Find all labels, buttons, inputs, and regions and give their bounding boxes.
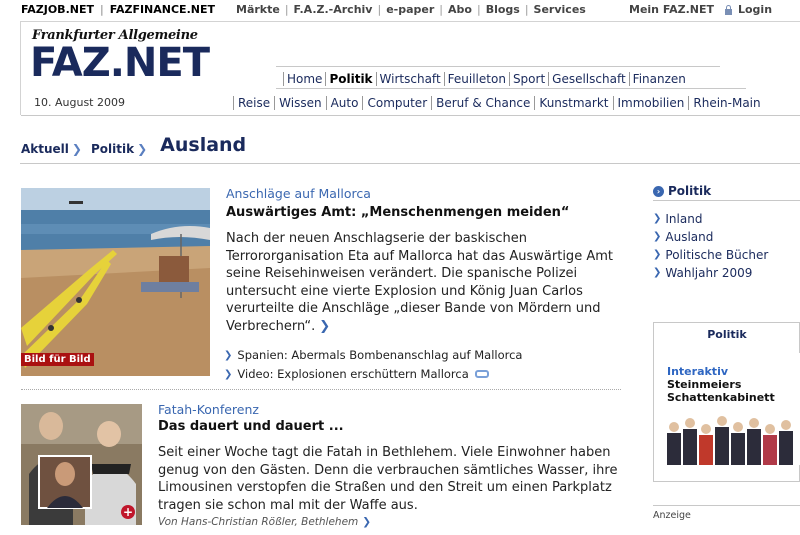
nav-divider xyxy=(276,66,720,67)
nav-finanzen[interactable]: Finanzen xyxy=(628,72,689,86)
service-link-archiv[interactable]: F.A.Z.-Archiv xyxy=(294,3,373,16)
nav-computer[interactable]: Computer xyxy=(362,96,431,110)
page-title: Ausland xyxy=(160,134,247,156)
service-link-maerkte[interactable]: Märkte xyxy=(236,3,280,16)
nav-wirtschaft[interactable]: Wirtschaft xyxy=(375,72,444,86)
chevron-right-icon: ❯ xyxy=(224,349,233,361)
sidebar-list: ❯ Inland ❯ Ausland ❯ Politische Bücher ❯ Wah… xyxy=(653,210,768,282)
secondary-nav: Reise Wissen Auto Computer Beruf & Chanc… xyxy=(233,96,765,110)
logo-faznet[interactable]: FAZ.NET xyxy=(30,40,210,86)
service-link-abo[interactable]: Abo xyxy=(448,3,472,16)
breadcrumb: Aktuell ❯ Politik ❯ Ausland xyxy=(21,134,246,156)
mein-faznet-link[interactable]: Mein FAZ.NET xyxy=(629,3,714,16)
chevron-circle-icon: › xyxy=(653,185,664,197)
article1-teaser: Nach der neuen Anschlagserie der baskisc… xyxy=(226,231,613,334)
service-link-blogs[interactable]: Blogs xyxy=(486,3,520,16)
article-image-mallorca-beach[interactable] xyxy=(21,188,210,376)
breadcrumb-politik[interactable]: Politik ❯ xyxy=(91,142,147,156)
chevron-right-icon: ❯ xyxy=(653,267,662,278)
chevron-right-icon: ❯ xyxy=(653,213,662,224)
chevron-right-icon: ❯ xyxy=(653,249,662,260)
nav-sport[interactable]: Sport xyxy=(508,72,548,86)
separator: | xyxy=(99,3,104,16)
article1-headline[interactable]: Auswärtiges Amt: „Menschenmengen meiden“ xyxy=(226,205,569,220)
chevron-right-icon: ❯ xyxy=(653,231,662,242)
fazfinance-link[interactable]: FAZFINANCE.NET xyxy=(110,3,215,16)
nav-auto[interactable]: Auto xyxy=(325,96,363,110)
gallery-badge[interactable]: Bild für Bild xyxy=(21,353,94,366)
sidebar-divider xyxy=(653,200,800,201)
current-date: 10. August 2009 xyxy=(34,96,125,109)
chevron-right-icon: ❯ xyxy=(362,516,372,528)
nav-gesellschaft[interactable]: Gesellschaft xyxy=(548,72,629,86)
nav-immobilien[interactable]: Immobilien xyxy=(612,96,689,110)
expand-plus-icon[interactable]: + xyxy=(121,505,135,519)
article2-teaser: Seit einer Woche tagt die Fatah in Bethl… xyxy=(158,445,618,513)
service-links: Märkte | F.A.Z.-Archiv | e-paper | Abo | Blo… xyxy=(236,3,586,16)
ad-divider xyxy=(653,505,800,506)
related-link-spanien[interactable]: ❯ Spanien: Abermals Bombenanschlag auf M… xyxy=(224,348,522,362)
nav-home[interactable]: Home xyxy=(283,72,325,86)
article2-headline[interactable]: Das dauert und dauert ... xyxy=(158,419,344,434)
sidebar-item-inland[interactable]: ❯ Inland xyxy=(653,210,768,228)
fazjob-link[interactable]: FAZJOB.NET xyxy=(21,3,94,16)
sidebar-teaser-box: Politik Interaktiv Steinmeiers Schattenk… xyxy=(653,322,800,482)
site-header: Frankfurter Allgemeine FAZ.NET 10. Augus… xyxy=(20,21,800,116)
header-divider xyxy=(21,115,800,116)
teaser-box-kicker[interactable]: Interaktiv xyxy=(667,365,728,378)
lock-icon xyxy=(724,4,733,15)
nav-wissen[interactable]: Wissen xyxy=(274,96,325,110)
brand-links: FAZJOB.NET | FAZFINANCE.NET xyxy=(21,3,215,16)
account-links: Mein FAZ.NET Login xyxy=(629,3,772,16)
service-link-epaper[interactable]: e-paper xyxy=(386,3,434,16)
nav-kunstmarkt[interactable]: Kunstmarkt xyxy=(534,96,612,110)
sidebar-item-wahljahr-2009[interactable]: ❯ Wahljahr 2009 xyxy=(653,264,768,282)
nav-politik[interactable]: Politik xyxy=(325,72,376,86)
teaser-box-title: Politik xyxy=(707,328,747,341)
teaser-box-headline[interactable]: Steinmeiers Schattenkabinett xyxy=(667,378,775,404)
sidebar-title-politik[interactable]: › Politik xyxy=(653,184,711,198)
breadcrumb-divider xyxy=(20,163,800,164)
nav-reise[interactable]: Reise xyxy=(233,96,274,110)
login-link[interactable]: Login xyxy=(738,3,772,16)
chevron-right-icon: ❯ xyxy=(71,142,82,156)
article1-kicker[interactable]: Anschläge auf Mallorca xyxy=(226,186,371,201)
service-bar: FAZJOB.NET | FAZFINANCE.NET Märkte | F.A.… xyxy=(0,0,800,18)
ad-label: Anzeige xyxy=(653,510,691,521)
chevron-right-icon: ❯ xyxy=(224,368,233,380)
chevron-right-icon: ❯ xyxy=(137,142,148,156)
primary-nav: Home Politik Wirtschaft Feuilleton Sport… xyxy=(283,71,689,86)
article2-kicker[interactable]: Fatah-Konferenz xyxy=(158,402,259,417)
related-link-video[interactable]: ❯ Video: Explosionen erschüttern Mallorc… xyxy=(224,367,489,381)
nav-rhein-main[interactable]: Rhein-Main xyxy=(688,96,764,110)
video-camera-icon xyxy=(474,370,489,378)
breadcrumb-aktuell[interactable]: Aktuell ❯ xyxy=(21,142,82,156)
more-arrow-icon[interactable]: ❯ xyxy=(319,319,330,334)
nav-divider xyxy=(276,88,746,89)
sidebar-item-politische-buecher[interactable]: ❯ Politische Bücher xyxy=(653,246,768,264)
nav-beruf-chance[interactable]: Beruf & Chance xyxy=(431,96,534,110)
article2-author[interactable]: Von Hans-Christian Rößler, Bethlehem ❯ xyxy=(158,516,371,528)
article-divider xyxy=(21,389,621,390)
nav-feuilleton[interactable]: Feuilleton xyxy=(443,72,509,86)
sidebar-item-ausland[interactable]: ❯ Ausland xyxy=(653,228,768,246)
service-link-services[interactable]: Services xyxy=(534,3,586,16)
